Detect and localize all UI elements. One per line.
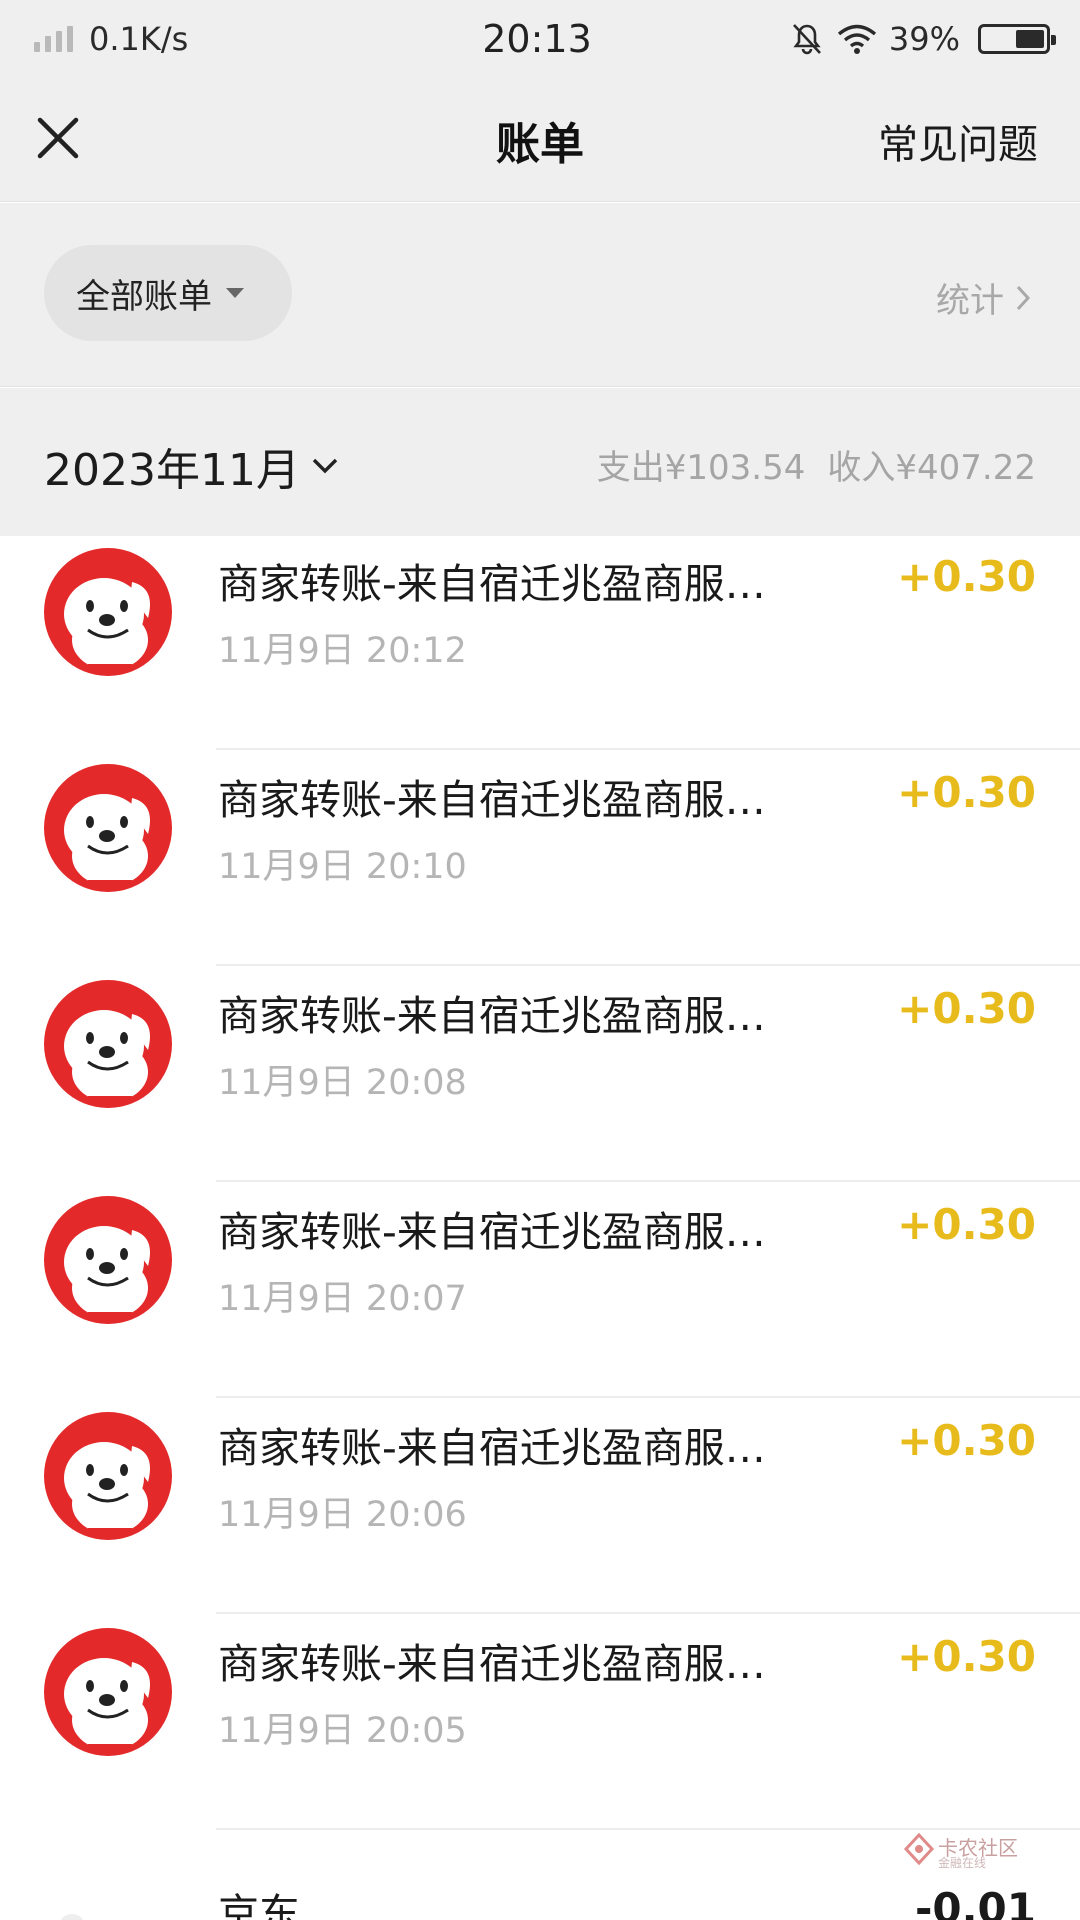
- status-right: 39%: [670, 20, 1056, 58]
- chevron-down-icon: [312, 458, 338, 474]
- caret-down-icon: [226, 288, 244, 298]
- bill-page: 0.1K/s 20:13 39% 账单 常见问题 全部账单 统计 2023年11…: [0, 0, 1080, 1920]
- transaction-title: 商家转账-来自宿迁兆盈商服…: [218, 1424, 766, 1472]
- jd-mascot-icon: [44, 1412, 172, 1540]
- bill-filter-dropdown[interactable]: 全部账单: [44, 245, 292, 341]
- transaction-time: 11月9日 20:12: [218, 631, 467, 671]
- stats-link[interactable]: 统计: [936, 273, 1036, 322]
- transaction-title: 商家转账-来自宿迁兆盈商服…: [218, 992, 766, 1040]
- transaction-title: 商家转账-来自宿迁兆盈商服…: [218, 560, 766, 608]
- jd-mascot-icon: [44, 980, 172, 1108]
- transaction-title: 商家转账-来自宿迁兆盈商服…: [218, 1640, 766, 1688]
- transaction-row[interactable]: 商家转账-来自宿迁兆盈商服… 11月9日 20:06 +0.30: [0, 1398, 1080, 1614]
- status-bar: 0.1K/s 20:13 39%: [0, 0, 1080, 78]
- wifi-icon: [837, 24, 876, 54]
- jd-logo-icon: [61, 1914, 83, 1920]
- transaction-amount: +0.30: [897, 1416, 1036, 1465]
- mute-bell-icon: [792, 24, 821, 55]
- faq-link[interactable]: 常见问题: [878, 112, 1038, 170]
- status-time: 20:13: [482, 17, 592, 61]
- transaction-title: 商家转账-来自宿迁兆盈商服…: [218, 776, 766, 824]
- income-total: 收入¥407.22: [827, 448, 1036, 488]
- transaction-title: 京东: [218, 1890, 300, 1920]
- transaction-time: 11月9日 20:10: [218, 847, 467, 887]
- jd-mascot-icon: [44, 1628, 172, 1756]
- transaction-amount: -0.01: [914, 1884, 1036, 1920]
- jd-mascot-icon: [44, 1196, 172, 1324]
- transaction-row[interactable]: 商家转账-来自宿迁兆盈商服… 11月9日 20:10 +0.30: [0, 750, 1080, 966]
- watermark-logo-icon: [903, 1832, 935, 1866]
- battery-icon: [978, 24, 1056, 54]
- transaction-row[interactable]: 商家转账-来自宿迁兆盈商服… 11月9日 20:07 +0.30: [0, 1182, 1080, 1398]
- transaction-amount: +0.30: [897, 768, 1036, 817]
- month-summary: 支出¥103.54 收入¥407.22: [597, 440, 1036, 489]
- transaction-list: 商家转账-来自宿迁兆盈商服… 11月9日 20:12 +0.30 商家转账-来自…: [0, 536, 1080, 1920]
- header: 账单 常见问题: [0, 78, 1080, 202]
- month-selector[interactable]: 2023年11月: [44, 434, 342, 498]
- signal-icon: [34, 26, 73, 52]
- transaction-amount: +0.30: [897, 1632, 1036, 1681]
- transaction-title: 商家转账-来自宿迁兆盈商服…: [218, 1208, 766, 1256]
- chevron-right-icon: [1016, 285, 1031, 310]
- transaction-row[interactable]: 商家转账-来自宿迁兆盈商服… 11月9日 20:08 +0.30: [0, 966, 1080, 1182]
- expense-total: 支出¥103.54: [596, 448, 806, 488]
- filter-bar: 全部账单 统计: [0, 203, 1080, 387]
- transaction-row[interactable]: 商家转账-来自宿迁兆盈商服… 11月9日 20:12 +0.30: [0, 534, 1080, 750]
- network-speed: 0.1K/s: [89, 20, 189, 58]
- transaction-time: 11月9日 20:08: [218, 1063, 467, 1103]
- watermark: 卡农社区 金融在线: [902, 1830, 1022, 1870]
- month-bar: 2023年11月 支出¥103.54 收入¥407.22: [0, 388, 1080, 536]
- battery-percent: 39%: [888, 20, 960, 58]
- month-text: 2023年11月: [44, 445, 300, 496]
- jd-mascot-icon: [44, 548, 172, 676]
- stats-label: 统计: [936, 281, 1004, 321]
- transaction-amount: +0.30: [897, 552, 1036, 601]
- bill-filter-label: 全部账单: [76, 276, 212, 317]
- status-left: 0.1K/s: [34, 20, 414, 58]
- transaction-time: 11月9日 20:06: [218, 1495, 467, 1535]
- transaction-time: 11月9日 20:07: [218, 1279, 467, 1319]
- transaction-amount: +0.30: [897, 984, 1036, 1033]
- watermark-subtext: 金融在线: [938, 1856, 987, 1870]
- transaction-row[interactable]: 商家转账-来自宿迁兆盈商服… 11月9日 20:05 +0.30: [0, 1614, 1080, 1830]
- transaction-amount: +0.30: [897, 1200, 1036, 1249]
- jd-mascot-icon: [44, 764, 172, 892]
- transaction-time: 11月9日 20:05: [218, 1711, 467, 1751]
